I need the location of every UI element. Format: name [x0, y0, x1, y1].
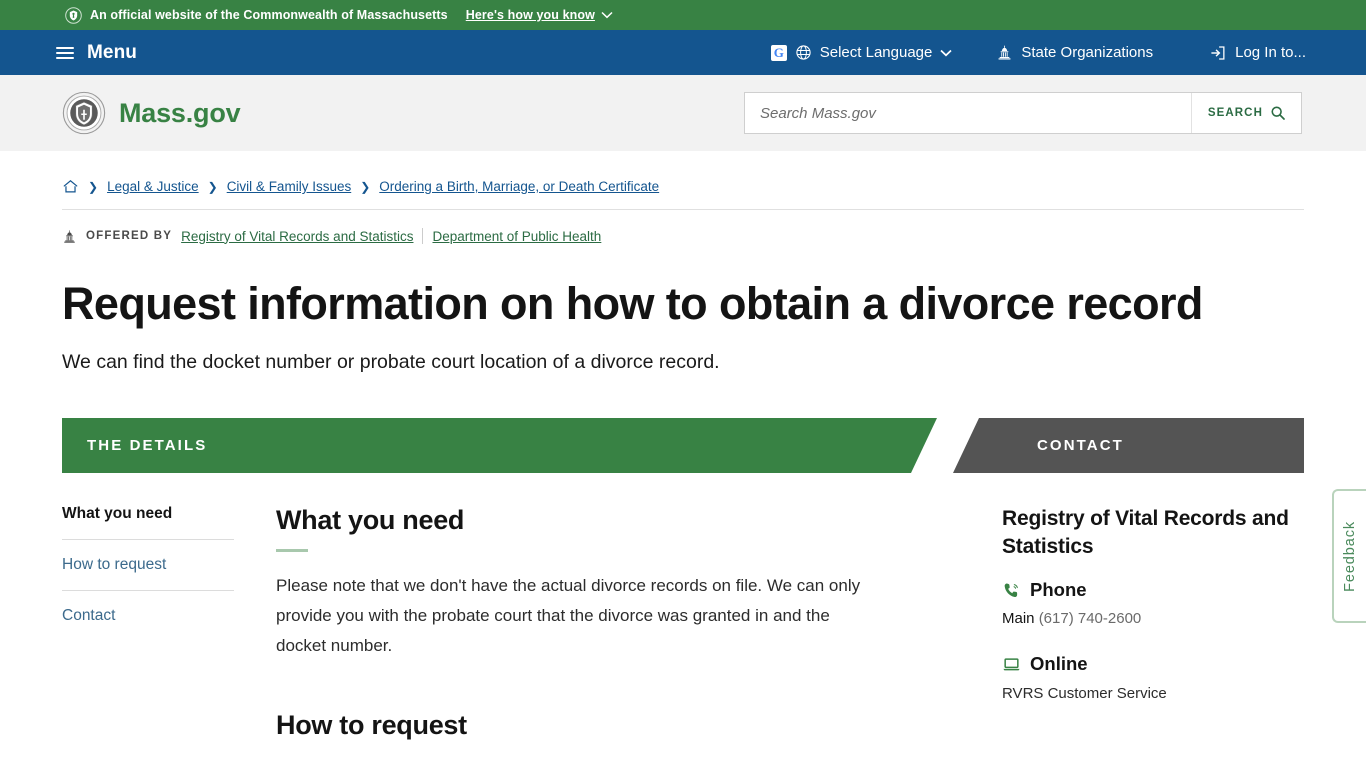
site-header: Mass.gov SEARCH — [0, 75, 1366, 151]
massgov-logo-link[interactable]: Mass.gov — [62, 91, 241, 135]
search-icon — [1271, 106, 1285, 120]
section-sidenav: What you need How to request Contact — [62, 505, 272, 741]
heres-how-you-know-link[interactable]: Here's how you know — [466, 8, 613, 22]
offered-by-org-dph[interactable]: Department of Public Health — [432, 229, 601, 244]
log-in-label: Log In to... — [1235, 44, 1306, 61]
contact-online-heading: Online — [1030, 653, 1088, 675]
login-icon — [1211, 45, 1225, 60]
contact-panel: Registry of Vital Records and Statistics… — [1002, 505, 1304, 741]
sidenav-item-contact[interactable]: Contact — [62, 607, 234, 625]
chevron-down-icon — [601, 11, 613, 19]
tab-the-details[interactable]: THE DETAILS — [62, 418, 937, 473]
divider — [422, 228, 424, 244]
hamburger-icon — [56, 46, 74, 59]
google-translate-icon: G — [770, 44, 787, 61]
sidenav-item-how-to-request[interactable]: How to request — [62, 556, 234, 591]
page-title: Request information on how to obtain a d… — [62, 278, 1203, 329]
capitol-icon — [64, 229, 75, 243]
breadcrumb-separator: ❯ — [88, 179, 99, 194]
shield-icon — [65, 6, 82, 24]
contact-phone-block: Phone Main (617) 740-2600 — [1002, 579, 1304, 627]
official-banner-text: An official website of the Commonwealth … — [90, 8, 448, 22]
contact-phone-label: Main — [1002, 610, 1035, 628]
breadcrumb: ❯ Legal & Justice ❯ Civil & Family Issue… — [62, 151, 1304, 210]
feedback-tab-label: Feedback — [1342, 520, 1358, 592]
sidenav-item-label: Contact — [62, 606, 116, 624]
main-content: What you need Please note that we don't … — [272, 505, 1002, 741]
contact-online-block: Online RVRS Customer Service — [1002, 653, 1304, 702]
menu-button-label: Menu — [87, 41, 138, 63]
official-website-banner: An official website of the Commonwealth … — [0, 0, 1366, 30]
contact-online-link[interactable]: RVRS Customer Service — [1002, 685, 1304, 702]
offered-by-label: OFFERED BY — [86, 230, 173, 242]
menu-button[interactable]: Menu — [56, 42, 137, 64]
select-language-button[interactable]: G Select Language — [749, 44, 975, 61]
contact-org-name: Registry of Vital Records and Statistics — [1002, 506, 1289, 558]
globe-icon — [796, 45, 811, 60]
phone-icon — [1004, 583, 1018, 597]
home-icon[interactable] — [62, 178, 79, 195]
breadcrumb-item-ordering-certificate[interactable]: Ordering a Birth, Marriage, or Death Cer… — [379, 179, 659, 194]
search-button-label: SEARCH — [1207, 107, 1263, 119]
state-organizations-link[interactable]: State Organizations — [974, 44, 1175, 61]
heading-underline — [276, 548, 308, 552]
massachusetts-seal-icon — [62, 91, 106, 135]
contact-phone-line: Main (617) 740-2600 — [1002, 610, 1304, 627]
content-columns: What you need How to request Contact Wha… — [62, 473, 1304, 741]
state-organizations-label: State Organizations — [1021, 44, 1154, 61]
capitol-icon — [998, 45, 1011, 60]
tab-contact-label: CONTACT — [1037, 436, 1124, 454]
tab-contact[interactable]: CONTACT — [953, 417, 1304, 473]
contact-phone-number[interactable]: (617) 740-2600 — [1039, 610, 1142, 627]
offered-by-org-registry[interactable]: Registry of Vital Records and Statistics — [181, 229, 413, 244]
breadcrumb-item-legal-justice[interactable]: Legal & Justice — [107, 179, 199, 194]
chevron-down-icon — [940, 49, 952, 56]
log-in-button[interactable]: Log In to... — [1175, 44, 1306, 62]
brand-name: Mass.gov — [119, 97, 241, 128]
section-paragraph: Please note that we don't have the actua… — [276, 575, 861, 656]
laptop-icon — [1003, 658, 1020, 671]
section-heading-how-to-request: How to request — [276, 709, 467, 740]
sidenav-item-label: What you need — [62, 504, 173, 522]
breadcrumb-separator: ❯ — [207, 179, 218, 194]
select-language-label: Select Language — [819, 44, 933, 61]
breadcrumb-separator: ❯ — [360, 179, 371, 194]
offered-by: OFFERED BY Registry of Vital Records and… — [62, 210, 1304, 244]
tab-the-details-label: THE DETAILS — [87, 436, 208, 454]
contact-phone-heading: Phone — [1030, 579, 1087, 601]
search-button[interactable]: SEARCH — [1190, 93, 1301, 133]
breadcrumb-item-civil-family-issues[interactable]: Civil & Family Issues — [227, 179, 352, 194]
sidenav-item-label: How to request — [62, 555, 167, 573]
search-input[interactable] — [745, 93, 1191, 133]
sidenav-item-what-you-need[interactable]: What you need — [62, 505, 234, 540]
search-box: SEARCH — [744, 92, 1302, 134]
heres-how-you-know-label: Here's how you know — [465, 8, 595, 22]
section-tab-bar: THE DETAILS CONTACT — [62, 417, 1304, 473]
feedback-tab-button[interactable]: Feedback — [1332, 489, 1366, 623]
page-subtitle: We can find the docket number or probate… — [62, 350, 720, 373]
utility-navigation-bar: Menu G Select Language State Organizatio… — [0, 30, 1366, 75]
section-heading-what-you-need: What you need — [276, 504, 465, 535]
